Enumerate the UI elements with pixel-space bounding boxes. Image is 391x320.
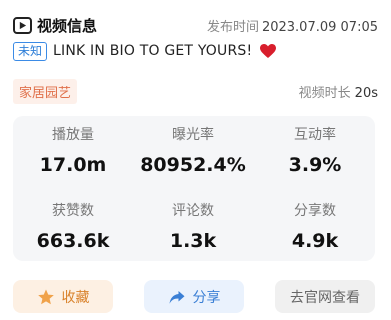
stat-value: 1.3k xyxy=(169,230,217,252)
duration-value: 20s xyxy=(354,85,378,101)
stat-value: 663.6k xyxy=(36,230,110,252)
header: 视频信息 发布时间 2023.07.09 07:05 xyxy=(13,14,378,36)
stats-panel: 播放量 17.0m 曝光率 80952.4% 互动率 3.9% 获赞数 663.… xyxy=(13,116,375,261)
publish-info: 发布时间 2023.07.09 07:05 xyxy=(207,16,378,35)
stat-label: 分享数 xyxy=(294,203,336,219)
stat-exposure-rate: 曝光率 80952.4% xyxy=(133,126,253,176)
meta-row: 家居园艺 视频时长 20s xyxy=(13,78,378,104)
section-title: 视频信息 xyxy=(37,16,98,35)
stat-likes: 获赞数 663.6k xyxy=(13,202,133,252)
stat-label: 播放量 xyxy=(52,127,94,143)
stat-label: 曝光率 xyxy=(172,127,214,143)
video-description: LINK IN BIO TO GET YOURS! xyxy=(53,43,253,59)
stat-plays: 播放量 17.0m xyxy=(13,126,133,176)
publish-time: 2023.07.09 07:05 xyxy=(261,19,378,35)
share-button[interactable]: 分享 xyxy=(144,280,244,313)
stat-label: 评论数 xyxy=(172,203,214,219)
stat-shares: 分享数 4.9k xyxy=(255,202,375,252)
description-row: 未知 LINK IN BIO TO GET YOURS! xyxy=(13,40,378,62)
star-icon xyxy=(37,288,55,306)
red-heart-icon xyxy=(260,43,277,59)
stat-value: 80952.4% xyxy=(140,154,246,176)
stat-value: 17.0m xyxy=(39,154,107,176)
stat-label: 获赞数 xyxy=(52,203,94,219)
share-label: 分享 xyxy=(192,289,221,306)
favorite-label: 收藏 xyxy=(61,289,90,306)
duration-label: 视频时长 xyxy=(298,85,351,101)
stat-engagement-rate: 互动率 3.9% xyxy=(255,126,375,176)
duration-info: 视频时长 20s xyxy=(299,82,378,101)
share-arrow-icon xyxy=(168,288,186,306)
stat-value: 3.9% xyxy=(288,154,342,176)
category-tag[interactable]: 家居园艺 xyxy=(13,78,78,104)
video-info-card: 视频信息 发布时间 2023.07.09 07:05 未知 LINK IN BIO… xyxy=(0,0,391,320)
stat-value: 4.9k xyxy=(291,230,339,252)
favorite-button[interactable]: 收藏 xyxy=(13,280,113,313)
unknown-badge: 未知 xyxy=(13,41,48,61)
visit-site-label: 去官网查看 xyxy=(290,289,360,306)
stat-comments: 评论数 1.3k xyxy=(133,202,253,252)
video-play-icon xyxy=(13,16,32,34)
visit-site-button[interactable]: 去官网查看 xyxy=(275,280,375,313)
title-group: 视频信息 xyxy=(13,15,97,36)
publish-label: 发布时间 xyxy=(206,19,259,35)
stat-label: 互动率 xyxy=(294,127,336,143)
